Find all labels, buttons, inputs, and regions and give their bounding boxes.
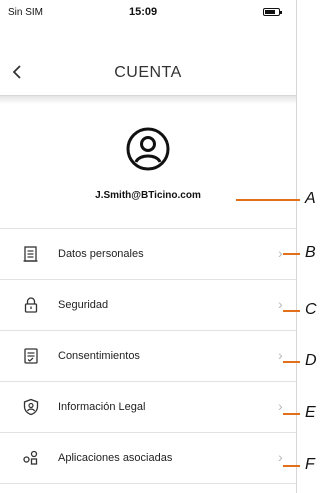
header-shadow — [0, 96, 296, 104]
callout-line-a — [236, 199, 300, 201]
menu-item-label: Seguridad — [58, 299, 109, 311]
menu-item-label: Consentimientos — [58, 350, 140, 362]
document-icon — [23, 246, 38, 262]
callout-e: E — [305, 404, 316, 421]
menu-item-datos-personales[interactable]: Datos personales › — [0, 229, 296, 280]
callout-c: C — [305, 301, 317, 318]
menu-item-aplicaciones-asociadas[interactable]: Aplicaciones asociadas › — [0, 433, 296, 484]
chevron-right-icon: › — [278, 296, 283, 312]
status-bar: Sin SIM 15:09 — [0, 0, 296, 24]
chevron-right-icon: › — [278, 398, 283, 414]
phone-screen: Sin SIM 15:09 CUENTA J.Smith@BTicino.com — [0, 0, 297, 493]
callout-d: D — [305, 352, 317, 369]
nav-bar: CUENTA — [0, 24, 296, 96]
callout-b: B — [305, 244, 316, 261]
callout-line-d — [283, 361, 300, 363]
page-title: CUENTA — [114, 64, 182, 81]
checklist-document-icon — [24, 348, 38, 364]
callout-f: F — [305, 456, 315, 473]
clock: 15:09 — [129, 6, 158, 18]
menu-item-informacion-legal[interactable]: Información Legal › — [0, 382, 296, 433]
callout-line-f — [283, 465, 300, 467]
carrier-label: Sin SIM — [8, 7, 44, 18]
chevron-right-icon: › — [278, 245, 283, 261]
battery-icon — [263, 8, 282, 16]
user-circle-icon — [125, 126, 171, 172]
menu-item-label: Información Legal — [58, 401, 146, 413]
account-menu: Datos personales › Seguridad › Consentim… — [0, 229, 296, 484]
callout-a: A — [305, 190, 316, 207]
menu-item-label: Aplicaciones asociadas — [58, 452, 173, 464]
lock-icon — [24, 297, 38, 313]
callout-line-b — [283, 253, 300, 255]
chevron-right-icon: › — [278, 347, 283, 363]
menu-item-label: Datos personales — [58, 248, 144, 260]
apps-icon — [23, 450, 38, 465]
menu-item-seguridad[interactable]: Seguridad › — [0, 280, 296, 331]
callout-line-e — [283, 413, 300, 415]
callout-line-c — [283, 310, 300, 312]
shield-user-icon — [23, 398, 39, 416]
menu-item-consentimientos[interactable]: Consentimientos › — [0, 331, 296, 382]
chevron-right-icon: › — [278, 449, 283, 465]
